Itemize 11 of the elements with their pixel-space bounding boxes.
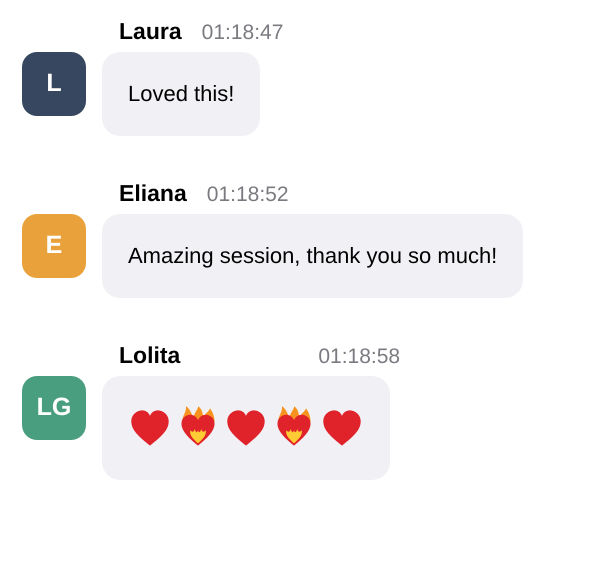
timestamp: 01:18:52 bbox=[206, 182, 289, 208]
avatar: E bbox=[22, 214, 86, 278]
author-name: Laura bbox=[119, 17, 182, 46]
avatar: L bbox=[22, 52, 86, 116]
message-text: Amazing session, thank you so much! bbox=[128, 242, 498, 270]
message-text: Loved this! bbox=[128, 80, 234, 108]
avatar: LG bbox=[22, 376, 86, 440]
author-name: Lolita bbox=[119, 341, 180, 370]
author-name: Eliana bbox=[119, 179, 187, 208]
timestamp: 01:18:58 bbox=[318, 344, 400, 370]
timestamp: 01:18:47 bbox=[202, 20, 284, 46]
